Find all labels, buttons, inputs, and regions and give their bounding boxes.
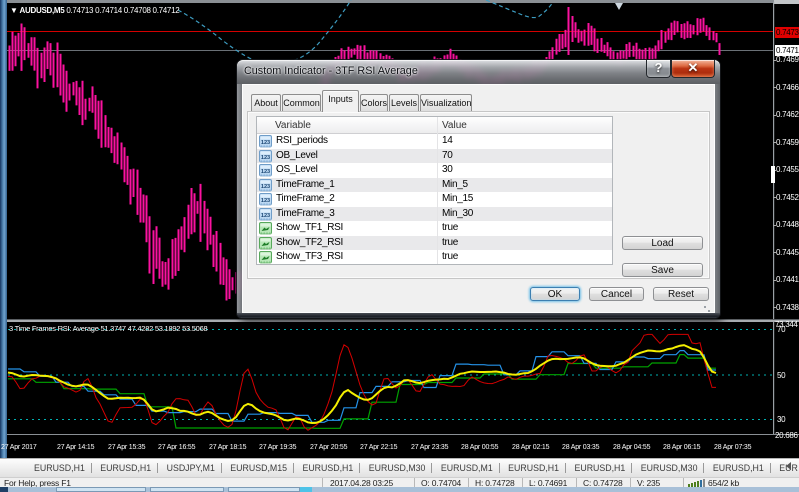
svg-text:123: 123	[261, 154, 270, 160]
svg-text:123: 123	[261, 140, 270, 146]
svg-text:123: 123	[261, 212, 270, 218]
svg-text:123: 123	[261, 183, 270, 189]
svg-text:123: 123	[261, 169, 270, 175]
svg-text:123: 123	[261, 198, 270, 204]
